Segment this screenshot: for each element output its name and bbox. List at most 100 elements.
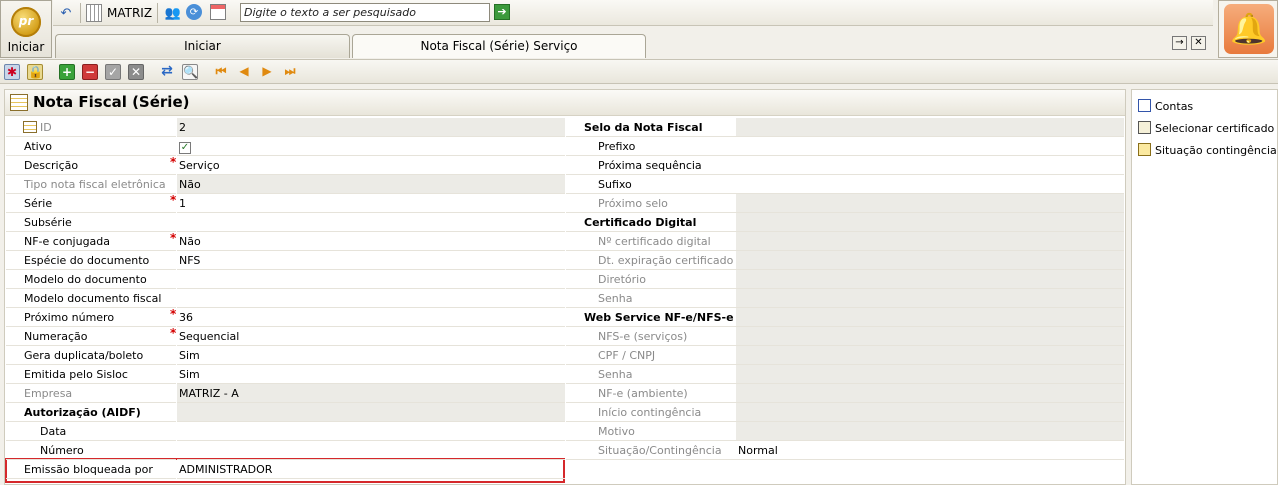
next-window-icon[interactable]: → bbox=[1172, 36, 1187, 50]
field-value[interactable] bbox=[177, 441, 565, 460]
field-label: Autorização (AIDF) bbox=[24, 406, 141, 419]
field-label: Série bbox=[24, 197, 53, 210]
last-record-icon[interactable]: ⏭ bbox=[282, 64, 298, 80]
field-value bbox=[736, 327, 1124, 346]
field-value bbox=[736, 384, 1124, 403]
field-value: Não bbox=[177, 175, 565, 194]
field-label: Próximo número bbox=[24, 311, 115, 324]
side-action-label: Selecionar certificado bbox=[1155, 122, 1275, 135]
field-label: NF-e (ambiente) bbox=[598, 387, 688, 400]
field-value bbox=[736, 118, 1124, 137]
branch-label[interactable]: MATRIZ bbox=[107, 6, 152, 20]
field-value bbox=[736, 194, 1124, 213]
field-value[interactable] bbox=[177, 422, 565, 441]
required-marker: * bbox=[170, 231, 177, 245]
field-value[interactable] bbox=[736, 175, 1124, 194]
field-label: Descrição bbox=[24, 159, 79, 172]
notifications-panel: 🔔 bbox=[1218, 0, 1278, 58]
section-header: Certificado Digital bbox=[584, 216, 697, 229]
field-label: CPF / CNPJ bbox=[598, 349, 656, 362]
required-marker: * bbox=[170, 193, 177, 207]
start-button[interactable]: pr Iniciar bbox=[0, 0, 52, 58]
field-value[interactable] bbox=[177, 270, 565, 289]
tab-bar: Iniciar Nota Fiscal (Série) Serviço → ✕ bbox=[53, 27, 1213, 58]
top-toolbar: ↶ MATRIZ 👥 ⟳ Digite o texto a ser pesqui… bbox=[53, 0, 1213, 26]
field-label: Ativo bbox=[24, 140, 52, 153]
search-go-button[interactable]: ➔ bbox=[494, 4, 510, 20]
field-label: Senha bbox=[598, 368, 633, 381]
side-action-situacao-contingencia[interactable]: Situação contingência bbox=[1138, 142, 1277, 160]
field-value[interactable]: NFS bbox=[177, 251, 565, 270]
field-value bbox=[736, 213, 1124, 232]
field-label: Início contingência bbox=[598, 406, 702, 419]
side-action-contas[interactable]: Contas bbox=[1138, 98, 1193, 116]
field-value[interactable]: Serviço bbox=[177, 156, 565, 175]
tab-iniciar[interactable]: Iniciar bbox=[55, 34, 350, 58]
search-input[interactable]: Digite o texto a ser pesquisado bbox=[240, 3, 490, 22]
field-label: Próxima sequência bbox=[598, 159, 702, 172]
add-icon[interactable]: + bbox=[59, 64, 75, 80]
field-label: Prefixo bbox=[598, 140, 636, 153]
start-label: Iniciar bbox=[7, 40, 45, 54]
report-icon bbox=[1138, 99, 1151, 112]
sync-icon[interactable]: ⟳ bbox=[186, 4, 202, 20]
calendar-icon[interactable] bbox=[210, 4, 226, 20]
field-label: Nº certificado digital bbox=[598, 235, 711, 248]
cancel-icon[interactable]: ✕ bbox=[128, 64, 144, 80]
field-label: Sufixo bbox=[598, 178, 632, 191]
field-label: Senha bbox=[598, 292, 633, 305]
field-label: Próximo selo bbox=[598, 197, 668, 210]
field-value bbox=[736, 232, 1124, 251]
field-label: Situação/Contingência bbox=[598, 444, 722, 457]
field-value bbox=[736, 308, 1124, 327]
table-icon bbox=[10, 94, 28, 111]
field-value[interactable]: ADMINISTRADOR bbox=[177, 460, 565, 479]
field-value[interactable] bbox=[177, 213, 565, 232]
field-value bbox=[736, 422, 1124, 441]
field-value[interactable]: ✓ bbox=[177, 137, 565, 156]
lock-icon[interactable]: 🔒 bbox=[27, 64, 43, 80]
field-value[interactable]: 1 bbox=[177, 194, 565, 213]
field-value[interactable] bbox=[177, 289, 565, 308]
field-label: Data bbox=[40, 425, 67, 438]
field-label: Espécie do documento bbox=[24, 254, 150, 267]
first-record-icon[interactable]: ⏮ bbox=[213, 64, 229, 80]
field-value[interactable]: 36 bbox=[177, 308, 565, 327]
next-record-icon[interactable]: ▶ bbox=[259, 64, 275, 80]
bell-icon[interactable]: 🔔 bbox=[1224, 4, 1274, 54]
field-label: NF-e conjugada bbox=[24, 235, 111, 248]
field-label: Número bbox=[40, 444, 84, 457]
field-label: Gera duplicata/boleto bbox=[24, 349, 144, 362]
company-grid-icon[interactable] bbox=[86, 4, 102, 22]
field-label: Emitida pelo Sisloc bbox=[24, 368, 128, 381]
previous-record-icon[interactable]: ◀ bbox=[236, 64, 252, 80]
field-value[interactable] bbox=[736, 137, 1124, 156]
ativo-checkbox[interactable]: ✓ bbox=[179, 142, 191, 154]
close-tab-icon[interactable]: ✕ bbox=[1191, 36, 1206, 50]
field-label: Tipo nota fiscal eletrônica bbox=[24, 178, 166, 191]
new-window-icon[interactable]: ✱ bbox=[4, 64, 20, 80]
tab-nota-fiscal-serie-servico[interactable]: Nota Fiscal (Série) Serviço bbox=[352, 34, 646, 58]
field-value[interactable]: Não bbox=[177, 232, 565, 251]
users-icon[interactable]: 👥 bbox=[164, 4, 182, 22]
confirm-icon[interactable]: ✓ bbox=[105, 64, 121, 80]
undo-icon[interactable]: ↶ bbox=[57, 4, 75, 22]
field-label: Emissão bloqueada por bbox=[24, 463, 153, 476]
field-value[interactable]: Sim bbox=[177, 346, 565, 365]
required-marker: * bbox=[170, 307, 177, 321]
field-label: Motivo bbox=[598, 425, 635, 438]
preview-icon[interactable]: 🔍 bbox=[182, 64, 198, 80]
field-value[interactable]: Sequencial bbox=[177, 327, 565, 346]
field-value[interactable] bbox=[736, 156, 1124, 175]
field-value: MATRIZ - A bbox=[177, 384, 565, 403]
refresh-icon[interactable]: ⇄ bbox=[159, 64, 175, 80]
field-value[interactable]: Normal bbox=[736, 441, 1124, 460]
remove-icon[interactable]: − bbox=[82, 64, 98, 80]
field-label: Diretório bbox=[598, 273, 646, 286]
side-action-selecionar-certificado[interactable]: Selecionar certificado bbox=[1138, 120, 1274, 138]
field-label: Dt. expiração certificado bbox=[598, 254, 734, 267]
field-value[interactable]: Sim bbox=[177, 365, 565, 384]
required-marker: * bbox=[170, 155, 177, 169]
certificate-icon bbox=[1138, 121, 1151, 134]
section-header: Web Service NF-e/NFS-e bbox=[584, 311, 734, 324]
